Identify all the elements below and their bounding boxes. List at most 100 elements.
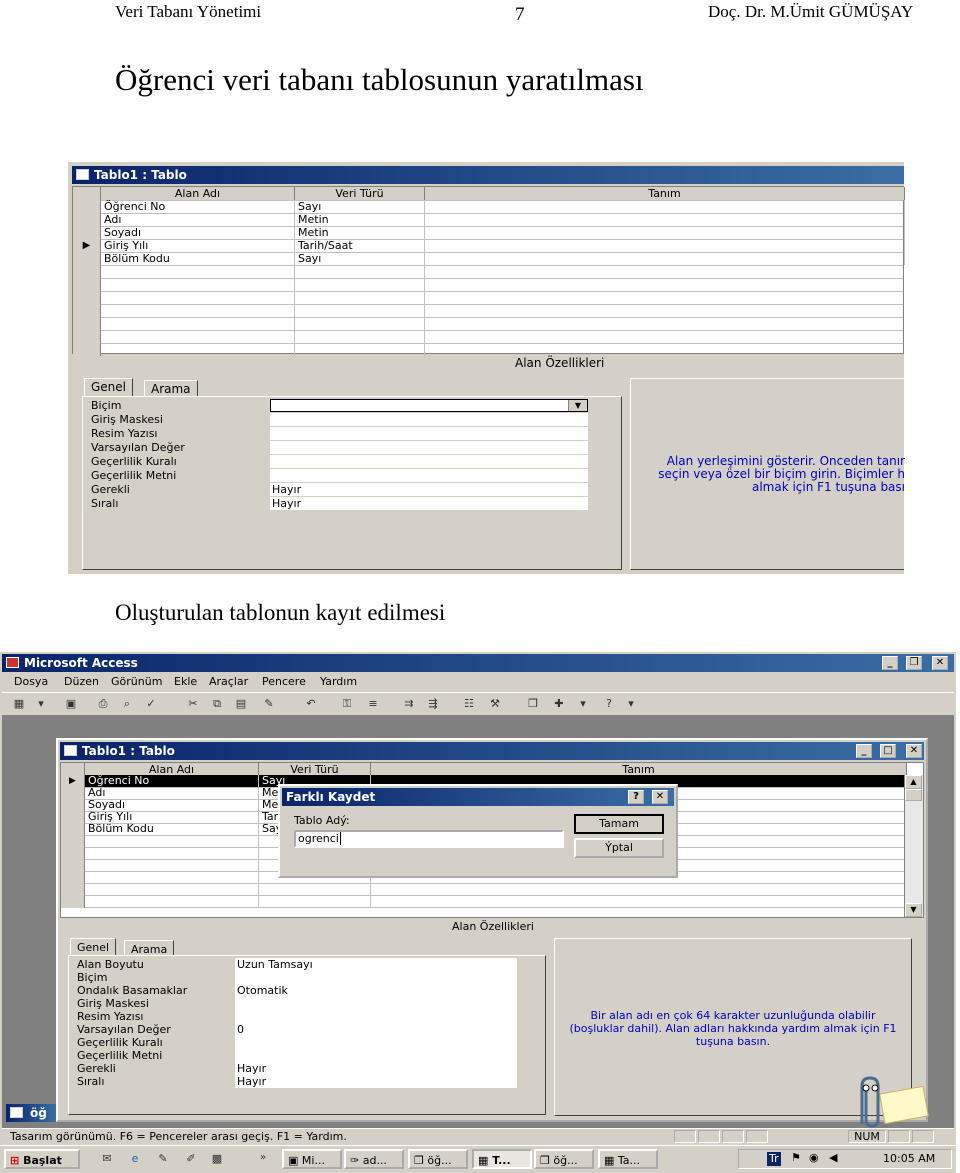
taskbar-button[interactable]: ❐ öğ...	[408, 1149, 468, 1169]
indexes-icon[interactable]: ≡	[364, 696, 382, 712]
print-preview-icon[interactable]: ⌕	[118, 696, 136, 712]
maximize-button[interactable]: □	[880, 744, 896, 758]
prop-value[interactable]: Hayır	[235, 1075, 517, 1088]
tab-general[interactable]: Genel	[70, 938, 117, 956]
chevron-down-icon[interactable]: ▾	[32, 696, 50, 712]
minimized-window[interactable]: öğ	[6, 1104, 56, 1122]
chevron-down-icon[interactable]: ▼	[568, 400, 587, 411]
start-button[interactable]: ⊞ Başlat	[4, 1149, 80, 1169]
field-name-cell[interactable]: Öğrenci No	[101, 200, 295, 213]
menu-insert[interactable]: Ekle	[174, 674, 197, 690]
help-icon[interactable]: ?	[600, 696, 618, 712]
field-grid[interactable]: Alan Adı Veri Türü Tanım Öğrenci No Sayı…	[72, 186, 905, 356]
table-name-input[interactable]: ogrenci	[294, 830, 564, 848]
description-cell[interactable]	[425, 239, 905, 252]
desktop-icon[interactable]: ✎	[154, 1151, 172, 1167]
chevron-down-icon[interactable]: ▾	[574, 696, 592, 712]
scroll-thumb[interactable]	[905, 789, 922, 801]
data-type-cell[interactable]: Sayı	[295, 252, 425, 265]
close-button[interactable]: ✕	[652, 790, 668, 804]
paste-icon[interactable]: ▤	[232, 696, 250, 712]
format-dropdown[interactable]: ▼	[270, 399, 588, 412]
language-indicator[interactable]: Tr	[767, 1152, 781, 1166]
ok-button[interactable]: Tamam	[574, 814, 664, 834]
prop-value[interactable]	[270, 413, 588, 426]
field-name-cell[interactable]: Adı	[101, 213, 295, 226]
col-header-description[interactable]: Tanım	[425, 187, 905, 200]
close-button[interactable]: ✕	[906, 744, 922, 758]
minimize-button[interactable]: _	[856, 744, 872, 758]
prop-value[interactable]	[235, 1036, 517, 1049]
field-name-cell[interactable]: Giriş Yılı	[101, 239, 295, 252]
table-row[interactable]: ▶ Giriş Yılı Tarih/Saat	[73, 239, 905, 253]
properties-icon[interactable]: ☷	[460, 696, 478, 712]
menu-help[interactable]: Yardım	[320, 674, 357, 690]
prop-value[interactable]: Otomatik	[235, 984, 517, 997]
menu-tools[interactable]: Araçlar	[209, 674, 248, 690]
table-row[interactable]: Adı Metin	[73, 213, 905, 227]
prop-value[interactable]	[235, 971, 517, 984]
col-header-data-type[interactable]: Veri Türü	[295, 187, 425, 200]
copy-icon[interactable]: ⧉	[208, 696, 226, 712]
prop-value[interactable]: Hayır	[270, 483, 588, 496]
help-button[interactable]: ?	[628, 790, 644, 804]
delete-rows-icon[interactable]: ⇶	[424, 696, 442, 712]
prop-value[interactable]	[235, 997, 517, 1010]
format-painter-icon[interactable]: ✎	[260, 696, 278, 712]
menu-edit[interactable]: Düzen	[64, 674, 99, 690]
field-name-cell[interactable]: Bölüm Kodu	[101, 252, 295, 265]
speaker-icon[interactable]: ◀	[829, 1151, 837, 1164]
prop-value[interactable]	[270, 427, 588, 440]
taskbar-button[interactable]: ✑ ad...	[344, 1149, 404, 1169]
prop-value[interactable]	[270, 469, 588, 482]
taskbar-button[interactable]: ▣ Mi...	[282, 1149, 342, 1169]
cancel-button[interactable]: Ýptal	[574, 838, 664, 858]
table-row[interactable]	[73, 278, 903, 292]
save-icon[interactable]: ▣	[62, 696, 80, 712]
minimize-button[interactable]: _	[882, 656, 898, 670]
insert-rows-icon[interactable]: ⇉	[400, 696, 418, 712]
vertical-scrollbar[interactable]: ▲ ▼	[904, 775, 923, 917]
description-cell[interactable]	[425, 226, 905, 239]
data-type-cell[interactable]: Metin	[295, 226, 425, 239]
view-icon[interactable]: ▦	[10, 696, 28, 712]
taskbar-button[interactable]: ▦ Ta...	[598, 1149, 658, 1169]
table-row[interactable]	[73, 343, 903, 356]
internet-explorer-icon[interactable]: e	[126, 1151, 144, 1167]
description-cell[interactable]	[425, 200, 905, 213]
description-cell[interactable]	[425, 252, 905, 265]
table-row[interactable]	[73, 304, 903, 318]
outlook-icon[interactable]: ✉	[98, 1151, 116, 1167]
new-object-icon[interactable]: ✚	[550, 696, 568, 712]
prop-value[interactable]: Uzun Tamsayı	[235, 958, 517, 971]
table-row[interactable]: Soyadı Metin	[73, 226, 905, 240]
taskbar-button-active[interactable]: ▦ T...	[472, 1149, 532, 1169]
table-row[interactable]	[73, 265, 903, 279]
undo-icon[interactable]: ↶	[302, 696, 320, 712]
build-icon[interactable]: ⚒	[486, 696, 504, 712]
restore-button[interactable]: ❐	[906, 656, 922, 670]
prop-value[interactable]	[235, 1049, 517, 1062]
menu-view[interactable]: Görünüm	[111, 674, 162, 690]
spelling-icon[interactable]: ✓	[142, 696, 160, 712]
table-row[interactable]	[61, 895, 923, 908]
tab-lookup[interactable]: Arama	[144, 380, 198, 397]
prop-value[interactable]	[235, 1010, 517, 1023]
database-window-icon[interactable]: ❒	[524, 696, 542, 712]
edit-icon[interactable]: ✐	[182, 1151, 200, 1167]
col-header-field-name[interactable]: Alan Adı	[101, 187, 295, 200]
prop-value[interactable]	[270, 441, 588, 454]
office-assistant-paperclip-icon[interactable]	[848, 1076, 938, 1128]
scroll-down-icon[interactable]: ▼	[905, 903, 922, 917]
menu-file[interactable]: Dosya	[14, 674, 48, 690]
prop-value[interactable]: 0	[235, 1023, 517, 1036]
prop-value[interactable]: Hayır	[235, 1062, 517, 1075]
table-row[interactable]	[73, 291, 903, 305]
field-name-cell[interactable]: Soyadı	[101, 226, 295, 239]
print-icon[interactable]: ⎙	[94, 696, 112, 712]
menu-window[interactable]: Pencere	[262, 674, 306, 690]
tab-general[interactable]: Genel	[84, 378, 134, 397]
prop-value[interactable]	[270, 455, 588, 468]
tray-icon[interactable]: ⚑	[791, 1151, 801, 1164]
program-icon[interactable]: ▩	[208, 1151, 226, 1167]
